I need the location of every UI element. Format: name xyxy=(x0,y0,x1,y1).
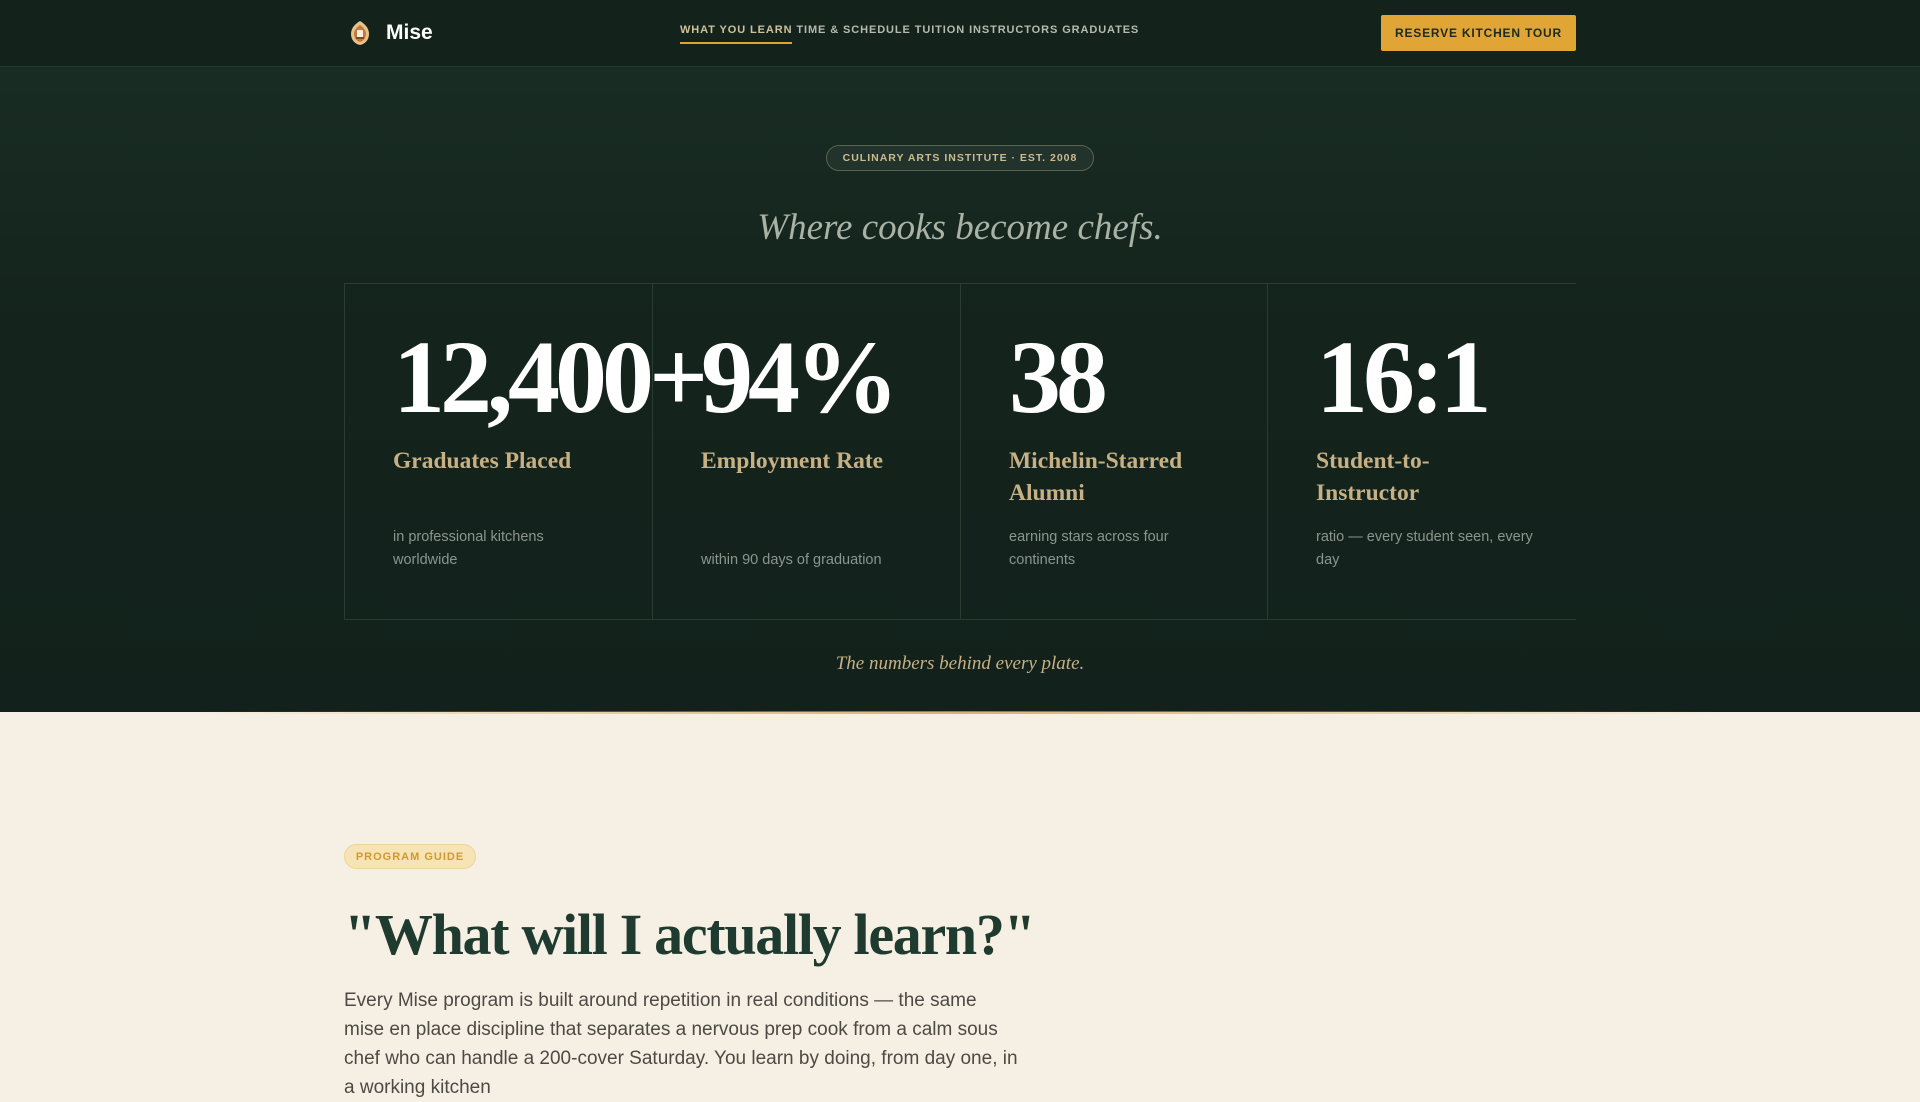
stat-value: 94% xyxy=(701,320,899,435)
stat-graduates-placed: 12,400+ Graduates Placed in professional… xyxy=(344,284,708,619)
stat-label: Employment Rate xyxy=(701,448,884,474)
nav-link-what-you-learn[interactable]: WHAT YOU LEARN xyxy=(680,24,793,44)
nav-link-tuition[interactable]: TUITION xyxy=(915,24,965,44)
nav-link-graduates[interactable]: GRADUATES xyxy=(1062,24,1139,44)
stat-description: earning stars across four continents xyxy=(1009,529,1169,568)
brand-name: Mise xyxy=(386,21,433,44)
stat-description: ratio — every student seen, every day xyxy=(1316,529,1533,568)
nav-link-time-schedule[interactable]: TIME & SCHEDULE xyxy=(796,24,910,44)
stat-employment-rate: 94% Employment Rate within 90 days of gr… xyxy=(652,284,960,619)
section-body: Every Mise program is built around repet… xyxy=(344,990,1018,1098)
nav-link-instructors[interactable]: INSTRUCTORS xyxy=(969,24,1058,44)
toque-emblem-icon xyxy=(351,21,369,45)
stat-label: Michelin-Starred Alumni xyxy=(1009,448,1183,506)
hero-eyebrow-badge: CULINARY ARTS INSTITUTE · EST. 2008 xyxy=(826,145,1094,171)
stat-description: within 90 days of graduation xyxy=(701,552,882,568)
stat-michelin-alumni: 38 Michelin-Starred Alumni earning stars… xyxy=(960,284,1267,619)
stat-description: in professional kitchens worldwide xyxy=(393,529,544,568)
hero-caption: The numbers behind every plate. xyxy=(835,653,1085,674)
brand[interactable]: Mise xyxy=(348,20,433,46)
nav-links: WHAT YOU LEARN TIME & SCHEDULE TUITION I… xyxy=(680,24,1139,44)
hero-tagline: Where cooks become chefs. xyxy=(757,207,1163,248)
stats-grid: 12,400+ Graduates Placed in professional… xyxy=(344,283,1576,620)
stat-value: 16:1 xyxy=(1316,320,1492,435)
stat-label: Student-to-Instructor xyxy=(1316,448,1430,506)
reserve-kitchen-tour-button[interactable]: RESERVE KITCHEN TOUR xyxy=(1381,15,1576,51)
stat-value: 38 xyxy=(1009,320,1108,435)
program-guide-badge: PROGRAM GUIDE xyxy=(344,844,476,869)
section-title: "What will I actually learn?" xyxy=(344,902,1036,967)
stat-label: Graduates Placed xyxy=(393,448,572,474)
top-navigation: Mise WHAT YOU LEARN TIME & SCHEDULE TUIT… xyxy=(0,0,1920,67)
stat-student-instructor-ratio: 16:1 Student-to-Instructor ratio — every… xyxy=(1267,284,1576,619)
hero-divider xyxy=(0,711,1920,714)
